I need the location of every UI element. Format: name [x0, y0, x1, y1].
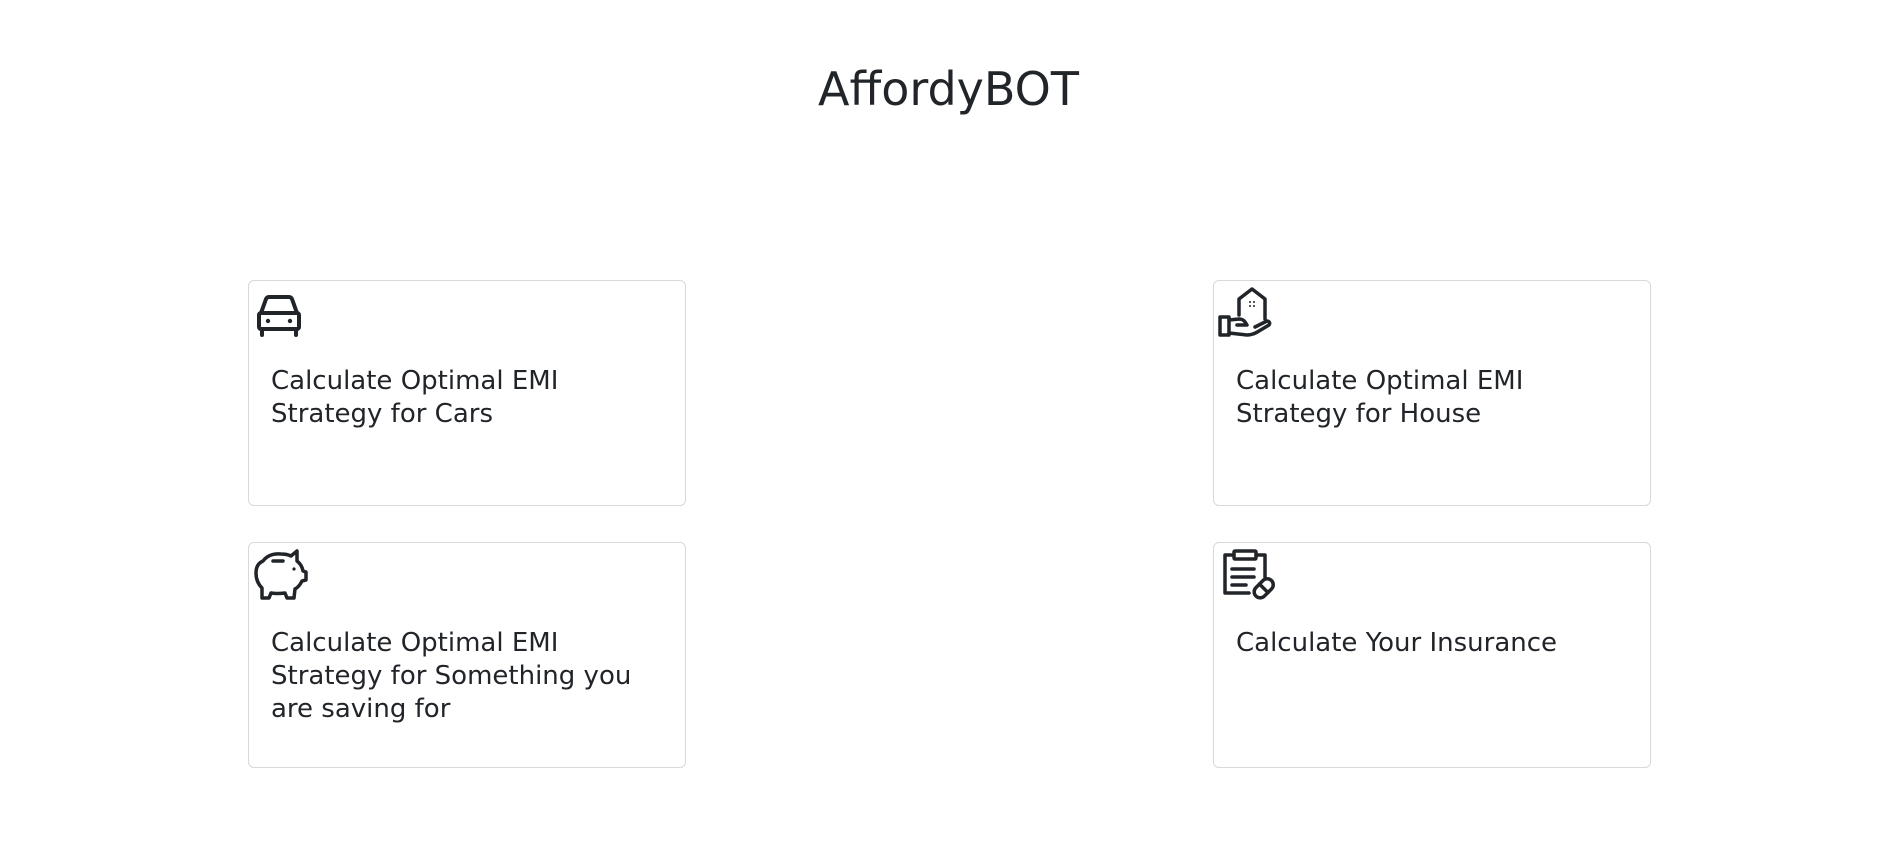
card-savings[interactable]: Calculate Optimal EMI Strategy for Somet… — [248, 542, 686, 768]
card-title: Calculate Optimal EMI Strategy for Cars — [271, 366, 559, 429]
car-icon — [255, 293, 303, 337]
card-title: Calculate Your Insurance — [1236, 628, 1558, 658]
piggy-bank-icon — [253, 547, 309, 601]
card-title: Calculate Optimal EMI Strategy for Somet… — [271, 628, 632, 724]
card-insurance[interactable]: Calculate Your Insurance — [1213, 542, 1651, 768]
card-title: Calculate Optimal EMI Strategy for House — [1236, 366, 1524, 429]
card-cars[interactable]: Calculate Optimal EMI Strategy for Cars — [248, 280, 686, 506]
card-house[interactable]: Calculate Optimal EMI Strategy for House — [1213, 280, 1651, 506]
house-hand-icon — [1217, 285, 1273, 339]
clipboard-pill-icon — [1221, 547, 1277, 603]
page-title: AffordyBOT — [818, 62, 1079, 116]
